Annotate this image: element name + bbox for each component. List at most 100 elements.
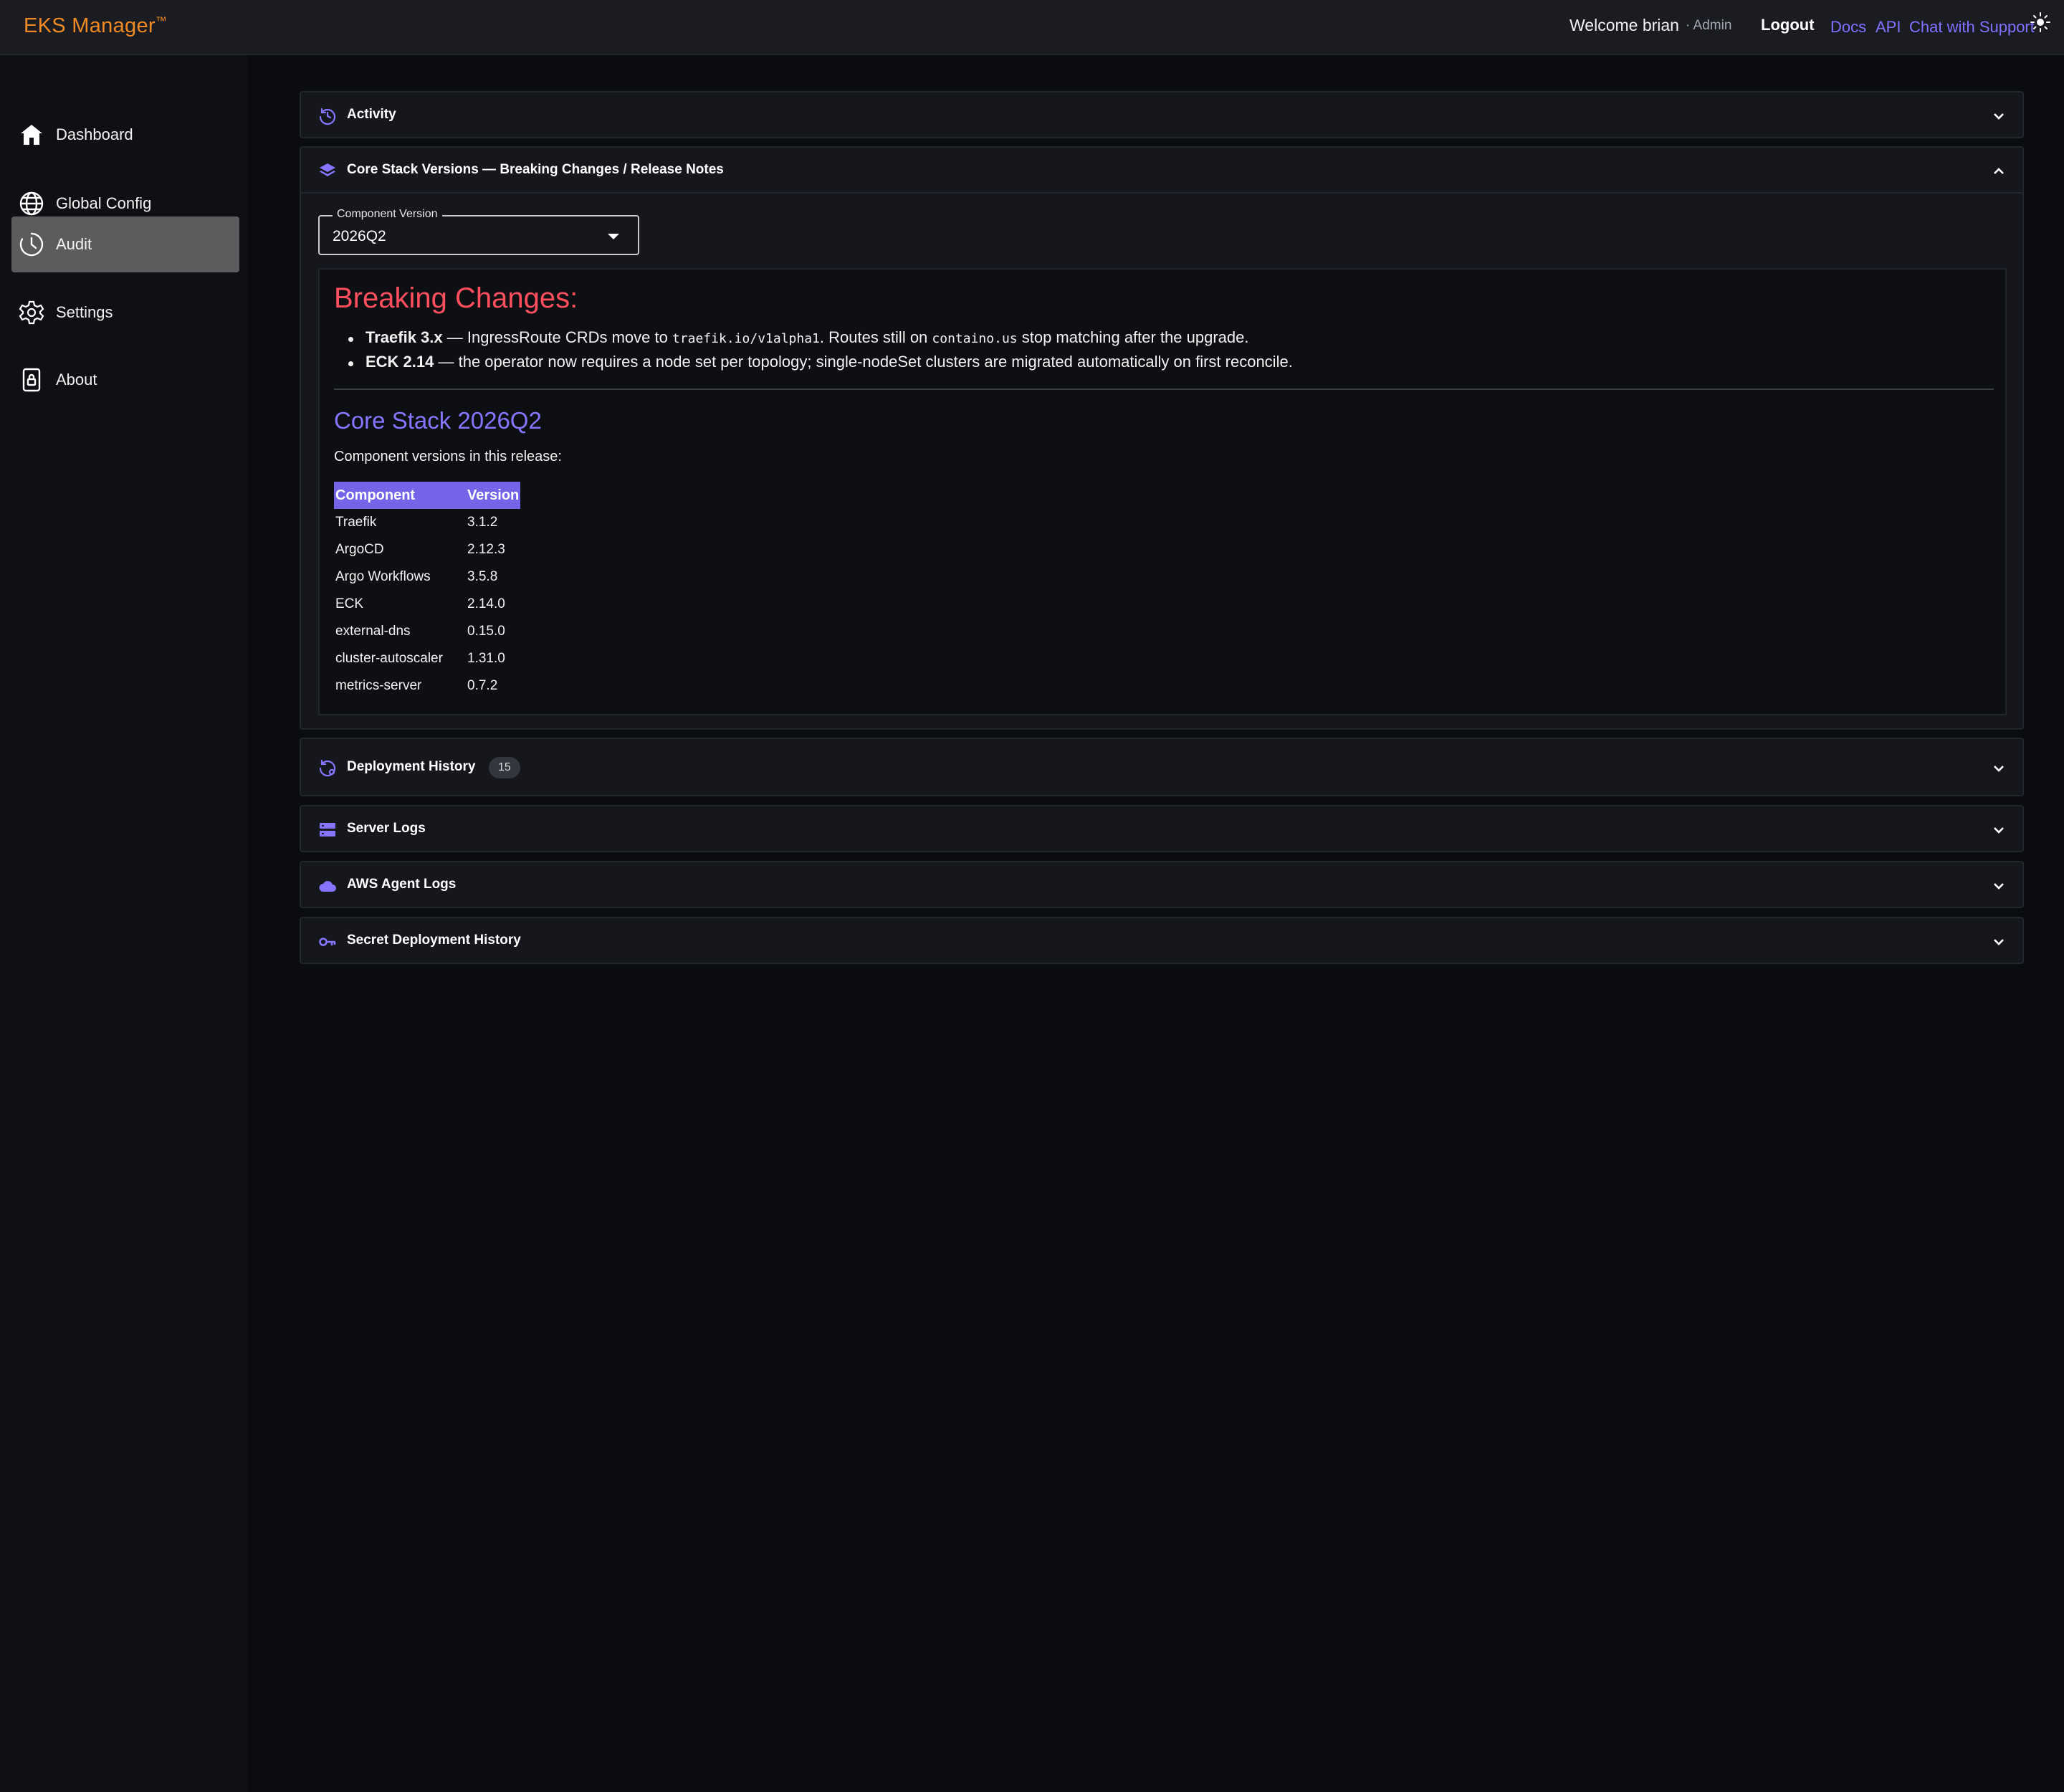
core-stack-panel-header[interactable]: Core Stack Versions — Breaking Changes /… xyxy=(301,148,2022,194)
sidebar-item-settings[interactable]: Settings xyxy=(11,285,239,340)
cell-component: ECK xyxy=(335,596,364,611)
cell-component: ArgoCD xyxy=(335,542,384,557)
brand-logo[interactable]: EKS Manager™ xyxy=(24,14,167,38)
panel-title: Core Stack Versions — Breaking Changes /… xyxy=(347,162,724,177)
top-bar: EKS Manager™ Welcome brian · Admin Logou… xyxy=(0,0,2064,55)
select-label: Component Version xyxy=(333,208,442,221)
docs-link[interactable]: Docs xyxy=(1830,18,1866,37)
panel-title: Activity xyxy=(347,107,396,122)
sidebar: Dashboard Global Config Audit Settings A… xyxy=(0,55,247,1792)
sidebar-item-dashboard[interactable]: Dashboard xyxy=(11,107,239,163)
activity-panel-header[interactable]: Activity xyxy=(301,92,2022,138)
panel-title: Server Logs xyxy=(347,821,426,836)
cloud-icon xyxy=(319,881,336,892)
core-stack-panel: Core Stack Versions — Breaking Changes /… xyxy=(300,146,2024,730)
panel-title: Secret Deployment History xyxy=(347,933,521,948)
release-subtitle: Component versions in this release: xyxy=(334,449,562,464)
chat-support-link[interactable]: Chat with Support xyxy=(1909,18,2035,37)
sidebar-item-about[interactable]: About xyxy=(11,352,239,408)
breaking-changes-list: Traefik 3.x — IngressRoute CRDs move to … xyxy=(334,328,1982,377)
sun-icon[interactable] xyxy=(2030,11,2051,33)
chevron-down-icon[interactable] xyxy=(1991,878,2007,894)
chevron-down-icon[interactable] xyxy=(1991,108,2007,124)
bullet-text: — the operator now requires a node set p… xyxy=(434,353,1293,371)
logout-button[interactable]: Logout xyxy=(1761,16,1815,34)
cell-component: Argo Workflows xyxy=(335,569,431,584)
chevron-up-icon[interactable] xyxy=(1991,163,2007,179)
panel-title: Deployment History xyxy=(347,759,476,774)
table-row: cluster-autoscaler 1.31.0 xyxy=(334,645,520,672)
table-row: Argo Workflows 3.5.8 xyxy=(334,563,520,591)
cell-component: metrics-server xyxy=(335,678,422,693)
cell-version: 2.12.3 xyxy=(467,542,505,557)
cell-version: 2.14.0 xyxy=(467,596,505,611)
cell-version: 1.31.0 xyxy=(467,651,505,666)
bullet-bold: Traefik 3.x xyxy=(366,328,443,346)
cell-component: external-dns xyxy=(335,624,411,639)
component-versions-table: Component Version Traefik 3.1.2 ArgoCD 2.1… xyxy=(334,482,521,700)
key-icon xyxy=(319,938,336,946)
user-role: · Admin xyxy=(1686,18,1732,33)
server-logs-panel-header[interactable]: Server Logs xyxy=(301,806,2022,852)
cell-version: 3.5.8 xyxy=(467,569,498,584)
cell-version: 0.7.2 xyxy=(467,678,498,693)
cell-component: Traefik xyxy=(335,515,377,530)
chevron-down-icon[interactable] xyxy=(1991,761,2007,776)
server-logs-panel: Server Logs xyxy=(300,805,2024,852)
bullet-bold: ECK 2.14 xyxy=(366,353,434,371)
list-item: ECK 2.14 — the operator now requires a n… xyxy=(334,353,1982,377)
api-link[interactable]: API xyxy=(1876,18,1901,37)
welcome-text: Welcome brian xyxy=(1570,16,1679,34)
inline-code: traefik.io/v1alpha1 xyxy=(672,331,820,346)
select-value: 2026Q2 xyxy=(333,228,386,244)
table-row: metrics-server 0.7.2 xyxy=(334,672,520,700)
column-header-version: Version xyxy=(466,482,521,509)
secret-deployment-history-panel: Secret Deployment History xyxy=(300,917,2024,964)
lock-icon xyxy=(22,368,41,392)
sidebar-item-label: Dashboard xyxy=(56,125,133,143)
aws-agent-logs-panel-header[interactable]: AWS Agent Logs xyxy=(301,862,2022,908)
table-row: ArgoCD 2.12.3 xyxy=(334,536,520,563)
aws-agent-logs-panel: AWS Agent Logs xyxy=(300,861,2024,908)
caret-down-icon xyxy=(608,234,619,239)
release-title: Core Stack 2026Q2 xyxy=(334,407,542,434)
history-icon xyxy=(319,108,336,125)
cell-version: 3.1.2 xyxy=(467,515,498,530)
column-header-component: Component xyxy=(334,482,466,509)
sidebar-item-label: Audit xyxy=(56,235,92,253)
gear-icon xyxy=(19,300,44,325)
component-version-select[interactable]: Component Version 2026Q2 xyxy=(318,208,639,255)
secret-deployment-history-panel-header[interactable]: Secret Deployment History xyxy=(301,918,2022,964)
sidebar-item-label: About xyxy=(56,371,97,389)
brand-name: EKS Manager xyxy=(24,14,156,37)
table-header-row: Component Version xyxy=(334,482,521,509)
table-row: ECK 2.14.0 xyxy=(334,591,520,618)
clock-icon xyxy=(19,232,44,257)
table-row: Traefik 3.1.2 xyxy=(334,509,520,536)
breaking-changes-title: Breaking Changes: xyxy=(334,282,578,314)
chevron-down-icon[interactable] xyxy=(1991,822,2007,838)
bullet-text: — IngressRoute CRDs move to xyxy=(442,328,672,346)
chevron-down-icon[interactable] xyxy=(1991,934,2007,950)
activity-panel: Activity xyxy=(300,91,2024,138)
list-item: Traefik 3.x — IngressRoute CRDs move to … xyxy=(334,328,1982,353)
count-badge: 15 xyxy=(489,757,520,778)
deployment-history-panel: Deployment History 15 xyxy=(300,738,2024,796)
sidebar-item-audit[interactable]: Audit xyxy=(11,216,239,272)
restore-icon xyxy=(319,759,336,777)
release-notes: Breaking Changes: Traefik 3.x — IngressR… xyxy=(318,268,2007,715)
server-icon xyxy=(320,823,335,837)
bullet-text: stop matching after the upgrade. xyxy=(1017,328,1249,346)
table-row: external-dns 0.15.0 xyxy=(334,618,520,645)
layers-icon xyxy=(320,163,335,176)
home-icon xyxy=(21,125,42,145)
brand-trademark: ™ xyxy=(155,15,168,28)
deployment-history-panel-header[interactable]: Deployment History 15 xyxy=(301,739,2022,796)
globe-icon xyxy=(19,191,44,216)
cell-version: 0.15.0 xyxy=(467,624,505,639)
bullet-text: . Routes still on xyxy=(819,328,932,346)
inline-code: containo.us xyxy=(932,331,1018,346)
divider xyxy=(334,389,1994,390)
sidebar-item-label: Settings xyxy=(56,303,113,321)
sidebar-item-label: Global Config xyxy=(56,194,152,212)
